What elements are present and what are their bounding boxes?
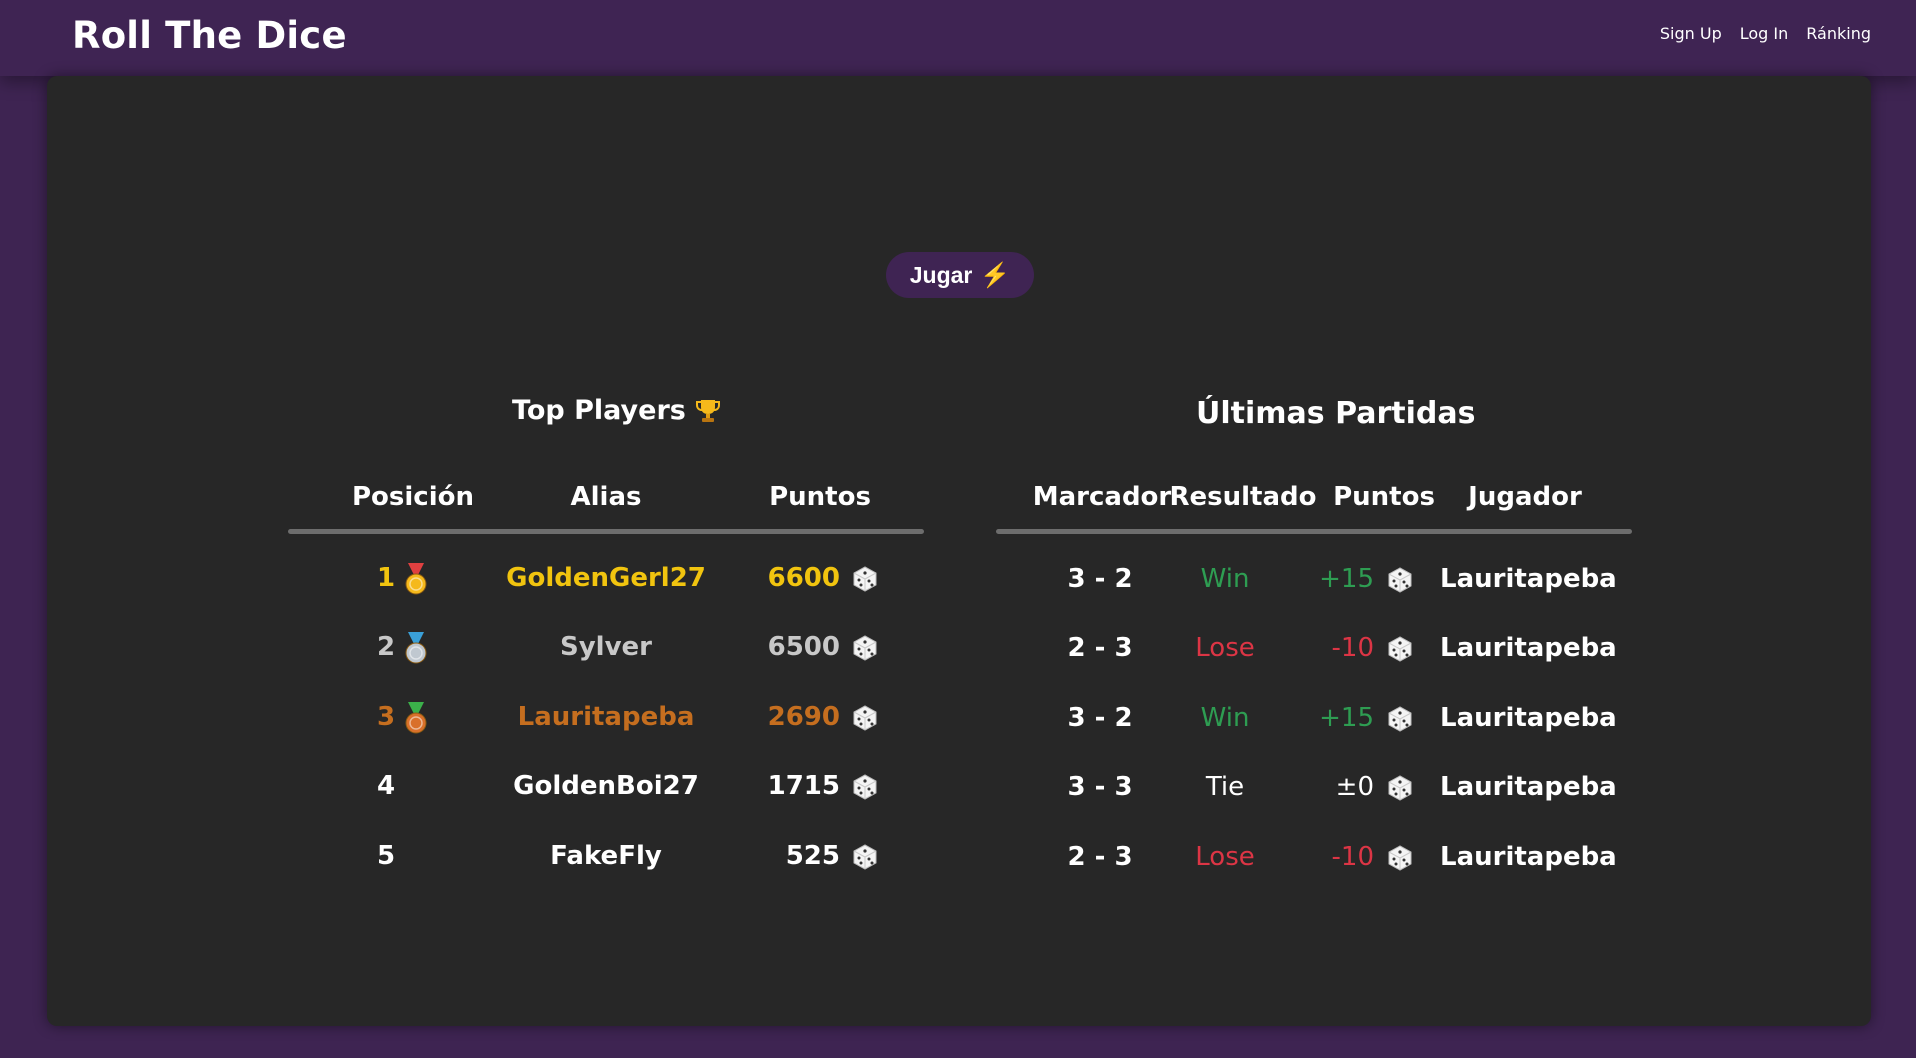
player-alias[interactable]: GoldenGerl27: [506, 563, 706, 593]
play-button[interactable]: Jugar ⚡: [886, 252, 1034, 298]
player-alias[interactable]: GoldenBoi27: [513, 771, 699, 801]
player-points: 1715: [767, 771, 840, 801]
game-result: Lose: [1195, 633, 1255, 663]
sign-up-link[interactable]: Sign Up: [1660, 24, 1722, 43]
dice-icon: [852, 635, 878, 661]
player-points: 6600: [767, 563, 840, 593]
recent-games-title-wrap: Últimas Partidas: [1196, 396, 1476, 431]
top-players-title: Top Players: [512, 395, 686, 426]
game-result: Tie: [1205, 772, 1245, 802]
header-player: Jugador: [1468, 482, 1582, 512]
dice-icon: [852, 844, 878, 870]
recent-games-title: Últimas Partidas: [1196, 396, 1476, 431]
log-in-link[interactable]: Log In: [1740, 24, 1789, 43]
header-position: Posición: [351, 482, 475, 512]
player-points: 6500: [767, 632, 840, 662]
dice-icon: [1387, 567, 1413, 593]
header-score: Marcador: [1032, 482, 1172, 512]
header-alias: Alias: [570, 482, 642, 512]
position-cell: 3: [376, 702, 396, 732]
nav-links: Sign Up Log In Ránking: [1660, 24, 1871, 43]
position-cell: 5: [376, 841, 396, 871]
game-player[interactable]: Lauritapeba: [1440, 703, 1617, 733]
header-result: Resultado: [1169, 482, 1317, 512]
game-score: 2 - 3: [1067, 842, 1133, 872]
player-alias[interactable]: Sylver: [560, 632, 652, 662]
bronze-medal-icon: [402, 702, 430, 734]
game-points: +15: [1319, 564, 1374, 594]
navbar: Roll The Dice Sign Up Log In Ránking: [0, 0, 1916, 76]
player-alias[interactable]: FakeFly: [550, 841, 662, 871]
player-points: 2690: [767, 702, 840, 732]
trophy-icon: [695, 398, 720, 424]
dice-icon: [1387, 845, 1413, 871]
play-button-label: Jugar: [909, 261, 973, 288]
game-score: 3 - 2: [1067, 564, 1133, 594]
dice-icon: [1387, 775, 1413, 801]
game-score: 3 - 3: [1067, 772, 1133, 802]
main-panel: [47, 76, 1871, 1026]
recent-games-divider: [996, 529, 1632, 534]
game-player[interactable]: Lauritapeba: [1440, 772, 1617, 802]
game-points: ±0: [1335, 772, 1374, 802]
position-cell: 2: [376, 632, 396, 662]
game-points: -10: [1331, 842, 1374, 872]
game-score: 2 - 3: [1067, 633, 1133, 663]
lightning-icon: ⚡: [980, 261, 1011, 289]
dice-icon: [1387, 636, 1413, 662]
silver-medal-icon: [402, 632, 430, 664]
gold-medal-icon: [402, 563, 430, 595]
brand-title[interactable]: Roll The Dice: [72, 14, 347, 57]
dice-icon: [852, 566, 878, 592]
dice-icon: [852, 774, 878, 800]
top-players-title-wrap: Top Players: [512, 395, 720, 426]
header-points: Puntos: [769, 482, 871, 512]
game-player[interactable]: Lauritapeba: [1440, 842, 1617, 872]
position-cell: 4: [376, 771, 396, 801]
game-result: Win: [1200, 703, 1250, 733]
game-player[interactable]: Lauritapeba: [1440, 564, 1617, 594]
ranking-link[interactable]: Ránking: [1806, 24, 1871, 43]
position-cell: 1: [376, 563, 396, 593]
player-alias[interactable]: Lauritapeba: [518, 702, 695, 732]
header-game-points: Puntos: [1333, 482, 1435, 512]
player-points: 525: [785, 841, 840, 871]
dice-icon: [852, 705, 878, 731]
dice-icon: [1387, 706, 1413, 732]
game-player[interactable]: Lauritapeba: [1440, 633, 1617, 663]
game-score: 3 - 2: [1067, 703, 1133, 733]
game-points: +15: [1319, 703, 1374, 733]
game-result: Win: [1200, 564, 1250, 594]
game-points: -10: [1331, 633, 1374, 663]
top-players-divider: [288, 529, 924, 534]
game-result: Lose: [1195, 842, 1255, 872]
